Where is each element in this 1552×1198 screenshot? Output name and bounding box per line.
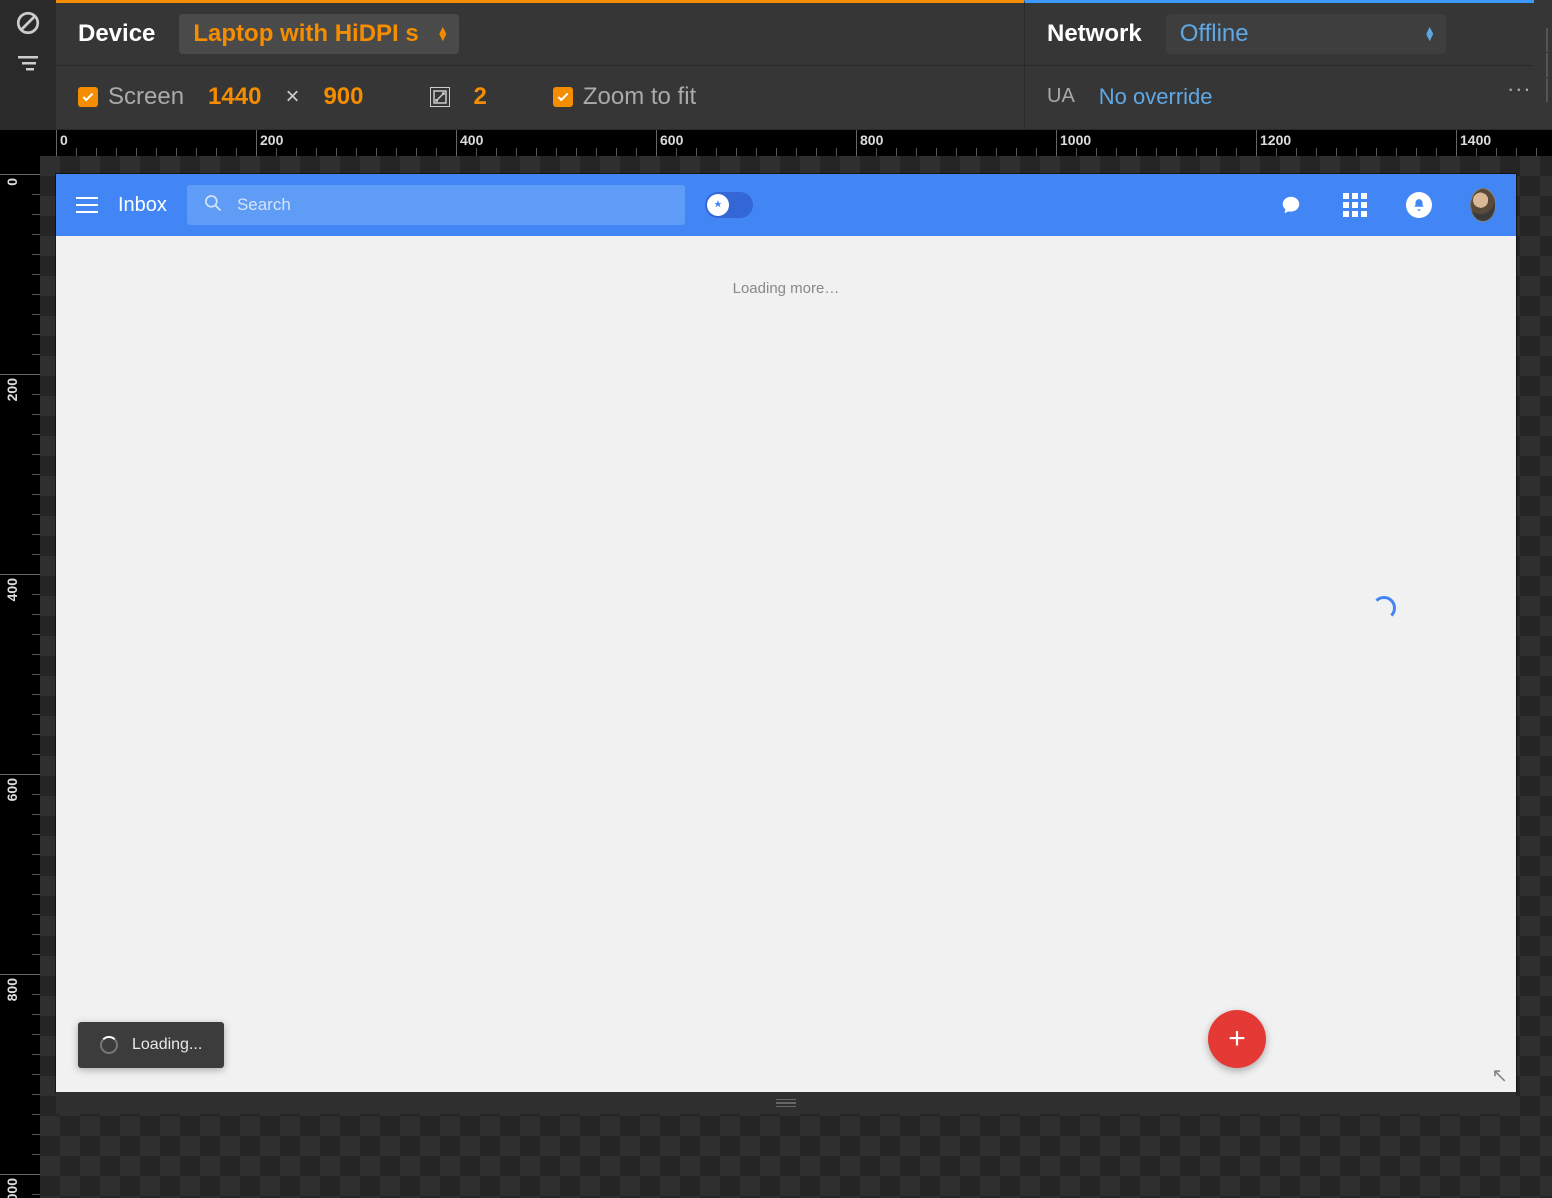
ruler-tick-label: 1000 (1060, 132, 1091, 148)
ruler-tick-label: 800 (4, 978, 20, 1001)
search-icon (203, 193, 223, 218)
chat-icon[interactable] (1278, 192, 1304, 218)
dpr-value[interactable]: 2 (474, 83, 487, 111)
x-separator: × (285, 83, 299, 111)
hamburger-icon[interactable] (76, 197, 98, 213)
ruler-tick-label: 200 (260, 132, 283, 148)
zoom-checkbox[interactable] (553, 87, 573, 107)
no-entry-icon[interactable] (15, 10, 41, 36)
screen-checkbox-wrap: Screen (78, 83, 184, 111)
zoom-checkbox-wrap: Zoom to fit (553, 83, 696, 111)
app-title: Inbox (118, 194, 167, 217)
ruler-tick-label: 0 (60, 132, 68, 148)
device-label: Device (78, 20, 155, 48)
account-avatar[interactable] (1470, 192, 1496, 218)
ruler-tick-label: 600 (660, 132, 683, 148)
notifications-icon[interactable] (1406, 192, 1432, 218)
network-select[interactable]: Offline ▲▼ (1166, 14, 1446, 54)
horizontal-ruler: 0 200 400 600 800 1000 1200 1400 (40, 130, 1552, 156)
select-arrows-icon: ▲▼ (437, 27, 449, 41)
select-arrows-icon: ▲▼ (1424, 27, 1436, 41)
loading-more-label: Loading more… (56, 236, 1516, 297)
device-select[interactable]: Laptop with HiDPI s ▲▼ (179, 14, 458, 54)
inbox-header: Inbox (56, 174, 1516, 236)
zoom-label: Zoom to fit (583, 83, 696, 111)
ruler-tick-label: 800 (860, 132, 883, 148)
ua-value[interactable]: No override (1099, 84, 1213, 110)
emulated-page: Inbox (56, 174, 1516, 1092)
pin-toggle[interactable] (705, 192, 753, 218)
ruler-tick-label: 1400 (1460, 132, 1491, 148)
vertical-ruler: 0 200 400 600 800 1000 (0, 130, 40, 1198)
search-input[interactable] (237, 195, 670, 215)
loading-toast: Loading... (78, 1022, 224, 1068)
device-pane: Device Laptop with HiDPI s ▲▼ Screen 144… (56, 0, 1024, 129)
resize-handle-icon[interactable]: ↖ (1491, 1063, 1508, 1088)
search-box[interactable] (187, 185, 686, 225)
screen-width[interactable]: 1440 (208, 83, 261, 111)
network-pane: Network Offline ▲▼ UA No override (1024, 0, 1534, 129)
spinner-icon (100, 1036, 118, 1054)
overflow-menu-icon[interactable]: ... (1508, 71, 1532, 97)
network-label: Network (1047, 20, 1142, 48)
compose-fab[interactable]: + (1208, 1010, 1266, 1068)
apps-icon[interactable] (1342, 192, 1368, 218)
ruler-tick-label: 0 (4, 178, 20, 186)
bottom-drag-handle[interactable] (56, 1092, 1516, 1114)
ruler-tick-label: 400 (460, 132, 483, 148)
filter-icon[interactable] (16, 54, 40, 72)
ruler-tick-label: 600 (4, 778, 20, 801)
drag-handle-icon (1546, 28, 1548, 102)
ruler-tick-label: 1200 (1260, 132, 1291, 148)
pin-icon (707, 194, 729, 216)
drag-lines-icon (776, 1099, 796, 1108)
ruler-tick-label: 1000 (4, 1178, 20, 1198)
screen-checkbox[interactable] (78, 87, 98, 107)
ua-label: UA (1047, 85, 1075, 108)
inbox-body: Loading more… Loading... + ↖ (56, 236, 1516, 1092)
panel-drag-handle[interactable] (1534, 0, 1552, 129)
network-select-value: Offline (1180, 20, 1249, 47)
avatar-icon (1470, 188, 1496, 222)
ruler-tick-label: 200 (4, 378, 20, 401)
loading-toast-label: Loading... (132, 1036, 202, 1054)
plus-icon: + (1228, 1022, 1246, 1056)
spinner-icon (1372, 596, 1396, 620)
devtools-toolbar: Device Laptop with HiDPI s ▲▼ Screen 144… (0, 0, 1552, 130)
screen-label: Screen (108, 83, 184, 111)
ruler-tick-label: 400 (4, 578, 20, 601)
device-select-value: Laptop with HiDPI s (193, 20, 418, 47)
device-viewport: Inbox (40, 156, 1552, 1198)
dpr-icon[interactable] (430, 87, 450, 107)
devtools-side-icons (0, 0, 56, 129)
screen-height[interactable]: 900 (323, 83, 363, 111)
